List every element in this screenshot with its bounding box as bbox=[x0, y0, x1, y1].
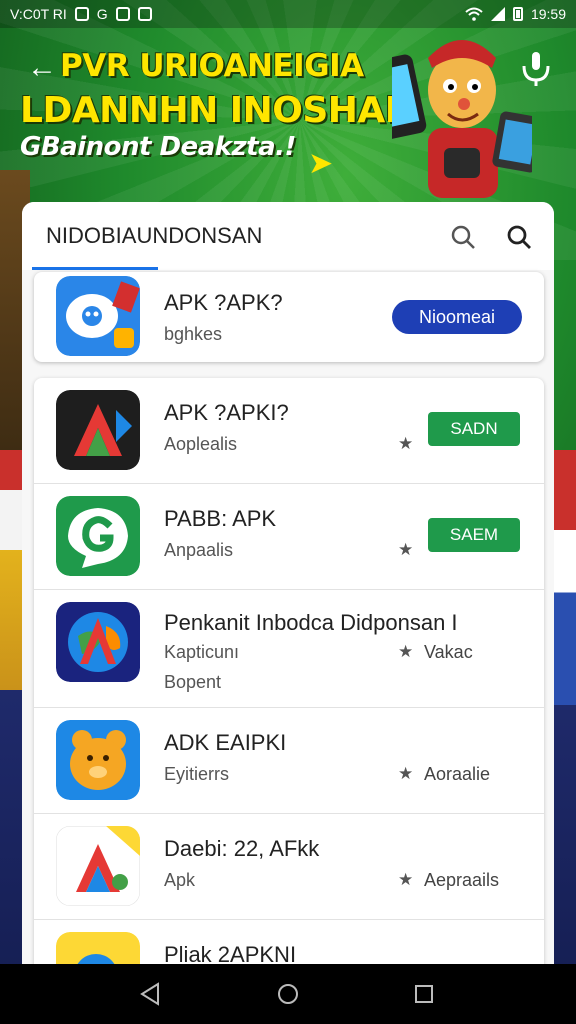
green-g-app-icon bbox=[56, 496, 140, 576]
headline-line-3: GBainont Deakzta.! bbox=[20, 132, 296, 162]
list-item[interactable]: Penkanit Inbodca Didponsan I Kapticunı B… bbox=[34, 590, 544, 708]
star-icon: ★ bbox=[398, 540, 414, 559]
status-time: 19:59 bbox=[530, 6, 566, 22]
featured-action-button[interactable]: Nioomeai bbox=[392, 300, 522, 334]
system-nav-bar bbox=[0, 964, 576, 1024]
nav-home-icon[interactable] bbox=[276, 982, 300, 1006]
signal-icon bbox=[490, 7, 505, 21]
app-name: ADK EAIPKI bbox=[164, 730, 287, 755]
globe-app-icon bbox=[56, 602, 140, 682]
nav-back-icon[interactable] bbox=[138, 982, 162, 1006]
app-meta: Aoraalie bbox=[424, 764, 491, 784]
wifi-icon bbox=[465, 7, 483, 21]
app-subtitle-secondary: Bopent bbox=[164, 672, 222, 692]
headline-line-2: LDANNHN INOSHAN bbox=[20, 90, 415, 131]
app-name: PABB: APK bbox=[164, 506, 277, 531]
app-subtitle: Eyitierrs bbox=[164, 764, 230, 784]
active-tab-indicator bbox=[32, 267, 158, 270]
star-icon: ★ bbox=[398, 870, 414, 889]
search-icon-secondary[interactable] bbox=[506, 224, 532, 250]
install-button[interactable]: SADN bbox=[428, 412, 520, 446]
app-name: Penkanit Inbodca Didponsan I bbox=[164, 610, 458, 635]
featured-app-name: APK ?APK? bbox=[164, 290, 283, 315]
list-item[interactable]: ADK EAIPKI Eyitierrs ★ Aoraalie bbox=[34, 708, 544, 814]
app-subtitle: Anpaalis bbox=[164, 540, 234, 560]
star-icon: ★ bbox=[398, 642, 414, 661]
dark-a-app-icon bbox=[56, 390, 140, 470]
star-icon: ★ bbox=[398, 434, 414, 453]
app-subtitle: Kapticunı bbox=[164, 642, 240, 662]
list-item[interactable]: Daebi: 22, AFkk Apk ★ Aepraails bbox=[34, 814, 544, 920]
featured-app-subtitle: bghkes bbox=[164, 324, 223, 344]
app-list: APK ?APKI? Aoplealis ★ SADN PABB: APK An… bbox=[34, 378, 544, 982]
bear-app-icon bbox=[56, 720, 140, 800]
app-subtitle: Aoplealis bbox=[164, 434, 238, 454]
install-button[interactable]: SAEM bbox=[428, 518, 520, 552]
list-item[interactable]: APK ?APKI? Aoplealis ★ SADN bbox=[34, 378, 544, 484]
status-carrier-text: V:C0T RI bbox=[10, 6, 67, 22]
card-title: NIDOBIAUNDONSAN bbox=[46, 223, 263, 248]
card-header: NIDOBIAUNDONSAN bbox=[22, 202, 554, 270]
sim-icon bbox=[115, 7, 130, 21]
search-icon[interactable] bbox=[450, 224, 476, 250]
app-meta: Vakac bbox=[424, 642, 473, 662]
notification-icon bbox=[74, 7, 89, 21]
g-icon: G bbox=[96, 6, 108, 22]
battery-icon bbox=[512, 7, 523, 21]
nav-recents-icon[interactable] bbox=[414, 984, 434, 1004]
app-name: APK ?APKI? bbox=[164, 400, 289, 425]
list-item[interactable]: PABB: APK Anpaalis ★ SAEM bbox=[34, 484, 544, 590]
status-bar: V:C0T RI G 19:59 bbox=[0, 0, 576, 28]
app-notification-icon bbox=[137, 7, 152, 21]
app-subtitle: Apk bbox=[164, 870, 196, 890]
arrow-decoration-icon: ➤ bbox=[308, 147, 334, 180]
app-list-card: NIDOBIAUNDONSAN APK ?APK? bghkes Nioomea… bbox=[22, 202, 554, 982]
app-name: Daebi: 22, AFkk bbox=[164, 836, 320, 861]
flag-a-app-icon bbox=[56, 826, 140, 906]
headline-line-1: PVR URIOANEIGIA bbox=[60, 48, 364, 84]
chat-app-icon bbox=[56, 276, 140, 356]
star-icon: ★ bbox=[398, 764, 414, 783]
featured-app-item[interactable]: APK ?APK? bghkes Nioomeai bbox=[34, 272, 544, 362]
promo-header: ← PVR URIOANEIGIA LDANNHN INOSHAN GBaino… bbox=[0, 28, 576, 203]
microphone-icon[interactable] bbox=[516, 48, 556, 88]
app-meta: Aepraails bbox=[424, 870, 500, 890]
mascot-illustration bbox=[392, 40, 532, 198]
back-arrow-icon[interactable]: ← bbox=[24, 50, 60, 86]
